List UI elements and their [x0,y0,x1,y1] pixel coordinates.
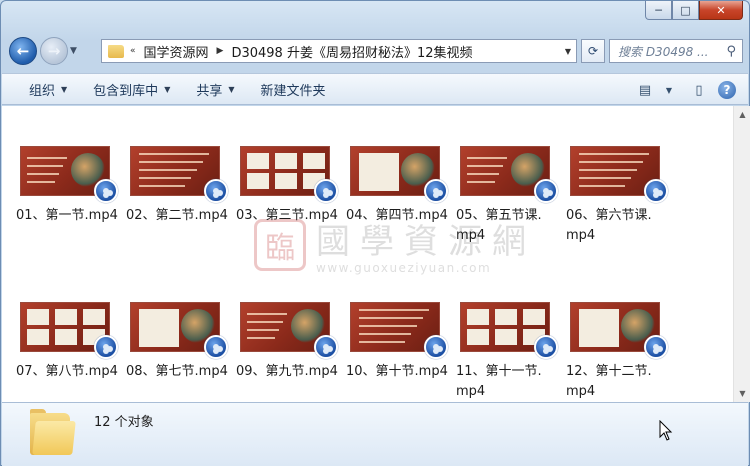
close-button[interactable]: ✕ [699,1,743,20]
navigation-bar: ← → ▼ « 国学资源网 ▶ D30498 升姜《周易招财秘法》12集视频 ▼… [9,36,743,66]
vertical-scrollbar[interactable]: ▲ ▼ [733,106,750,402]
media-player-icon [644,335,668,359]
organize-menu[interactable]: 组织 ▼ [16,80,80,99]
file-name: 01、第一节.mp4 [16,208,118,223]
toolbar-item-label: 包含到库中 [93,83,159,99]
file-name: 04、第四节.mp4 [346,208,448,223]
media-player-icon [314,335,338,359]
new-folder-button[interactable]: 新建文件夹 [248,80,339,99]
media-player-icon [424,335,448,359]
file-name: 08、第七节.mp4 [126,364,228,379]
toolbar-item-label: 组织 [29,83,56,99]
media-player-icon [424,179,448,203]
preview-pane-icon[interactable]: ▯ [688,79,710,101]
scroll-up-icon[interactable]: ▲ [734,106,750,123]
file-name: 02、第二节.mp4 [126,208,228,223]
dropdown-arrow-icon: ▼ [61,84,68,94]
file-name: 03、第三节.mp4 [236,208,338,223]
search-icon[interactable]: ⚲ [726,44,736,59]
media-player-icon [314,179,338,203]
toolbar-right-group: ▤ ▼ ▯ ? [626,79,736,101]
caption-buttons: ─ □ ✕ [645,1,743,20]
media-player-icon [204,335,228,359]
file-name: 11、第十一节. mp4 [456,364,542,399]
watermark-seal: 臨 [254,218,306,271]
file-name: 05、第五节课. mp4 [456,208,542,243]
details-pane: 12 个对象 [2,402,748,466]
dropdown-arrow-icon: ▼ [164,84,171,94]
explorer-window: ─ □ ✕ ← → ▼ « 国学资源网 ▶ D30498 升姜《周易招财秘法》1… [0,0,750,466]
breadcrumb-overflow[interactable]: « [128,46,138,56]
media-player-icon [534,335,558,359]
address-dropdown-icon[interactable]: ▼ [560,47,576,56]
media-player-icon [204,179,228,203]
share-menu[interactable]: 共享 ▼ [183,80,247,99]
forward-button[interactable]: → [40,37,68,65]
change-view-icon[interactable]: ▤ [634,79,656,101]
maximize-button[interactable]: □ [672,1,699,20]
breadcrumb-separator-icon[interactable]: ▶ [215,46,226,56]
toolbar-item-label: 共享 [196,83,223,99]
file-name: 10、第十节.mp4 [346,364,448,379]
view-dropdown-icon[interactable]: ▼ [658,79,680,101]
mouse-cursor-icon [659,420,673,441]
media-player-icon [644,179,668,203]
watermark-url: www.guoxueziyuan.com [316,261,492,275]
scroll-down-icon[interactable]: ▼ [734,385,750,402]
refresh-icon: ⟳ [587,44,599,58]
command-toolbar: 组织 ▼ 包含到库中 ▼ 共享 ▼ 新建文件夹 ▤ ▼ ▯ ? [2,73,748,105]
toolbar-item-label: 新建文件夹 [260,83,326,99]
include-in-library-menu[interactable]: 包含到库中 ▼ [80,80,183,99]
breadcrumb-item-current[interactable]: D30498 升姜《周易招财秘法》12集视频 [225,42,478,61]
file-name: 09、第九节.mp4 [236,364,338,379]
file-name: 07、第八节.mp4 [16,364,118,379]
folder-icon [108,44,124,58]
media-player-icon [94,179,118,203]
search-input[interactable]: 搜索 D30498 ... ⚲ [609,39,743,63]
help-icon[interactable]: ? [718,81,736,99]
back-arrow-icon: ← [16,42,30,60]
media-player-icon [94,335,118,359]
item-count: 12 个对象 [94,415,154,430]
file-name: 12、第十二节. mp4 [566,364,652,399]
dropdown-arrow-icon: ▼ [228,84,235,94]
minimize-button[interactable]: ─ [645,1,672,20]
media-player-icon [534,179,558,203]
folder-icon [30,409,76,457]
back-button[interactable]: ← [9,37,37,65]
search-placeholder: 搜索 D30498 ... [618,44,709,59]
file-list: 臨 國學資源網 www.guoxueziyuan.com 01、第一节.mp4 0… [2,106,733,402]
address-bar[interactable]: « 国学资源网 ▶ D30498 升姜《周易招财秘法》12集视频 ▼ [101,39,577,63]
file-name: 06、第六节课. mp4 [566,208,652,243]
refresh-button[interactable]: ⟳ [581,39,605,63]
forward-arrow-icon: → [47,42,61,60]
recent-pages-button[interactable]: ▼ [70,46,82,56]
breadcrumb-item-root[interactable]: 国学资源网 [138,42,215,61]
